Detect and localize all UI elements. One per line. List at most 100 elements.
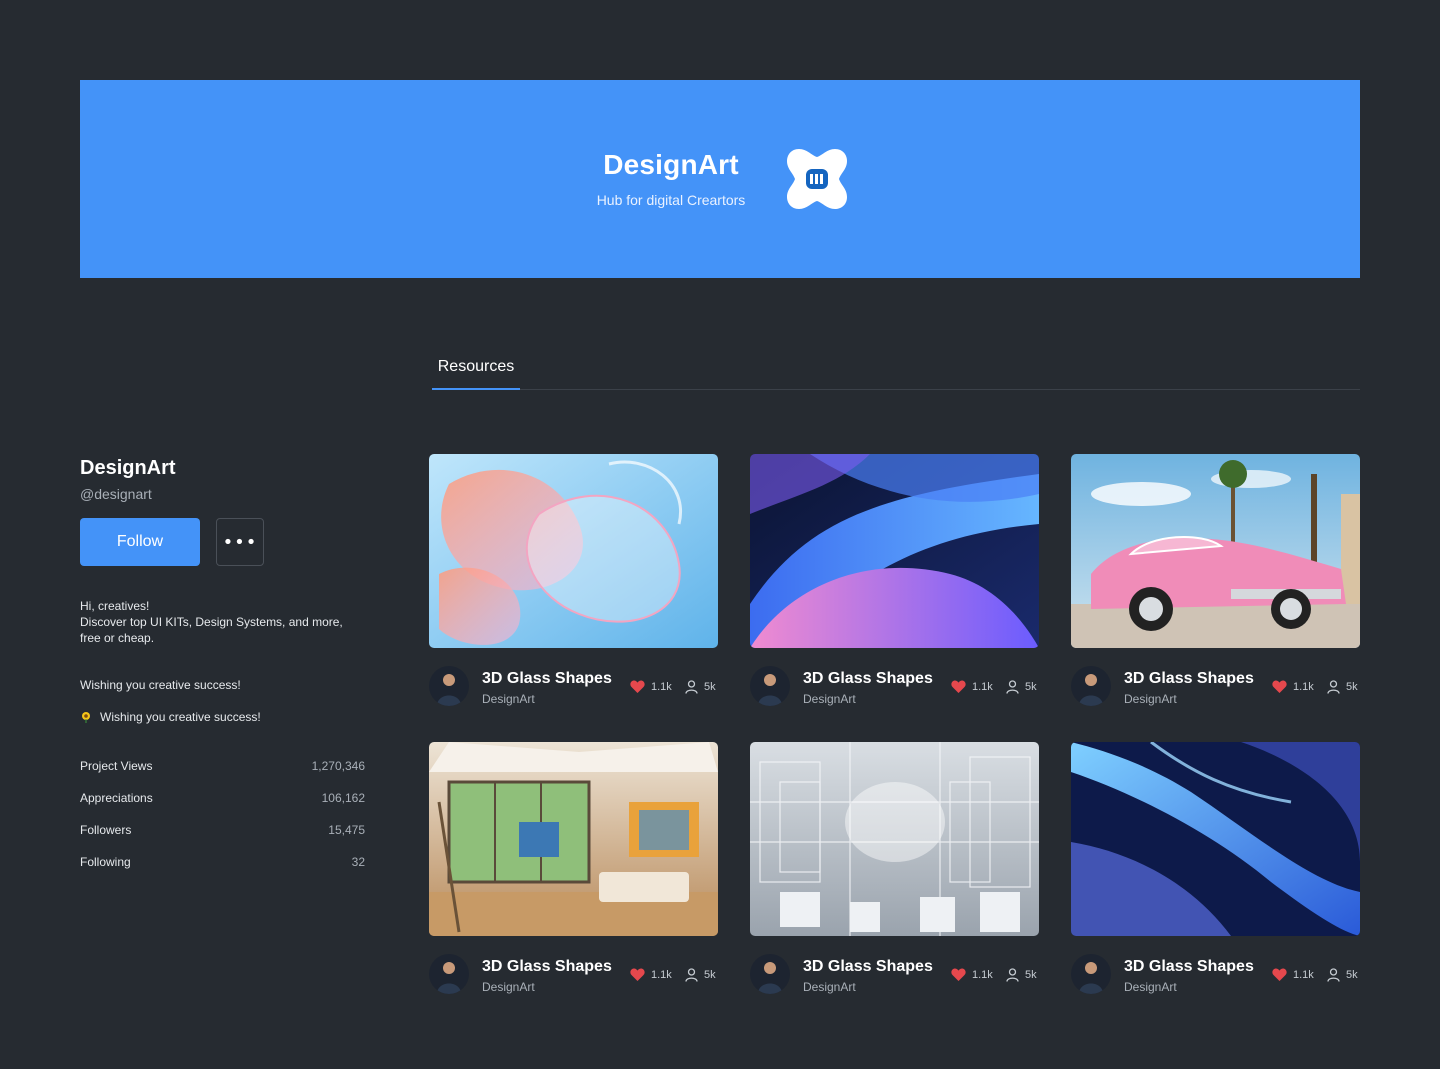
follow-button[interactable]: Follow (80, 518, 200, 566)
user-icon (1006, 680, 1019, 694)
card-likes[interactable]: 1.1k (1272, 680, 1314, 693)
profile-actions: Follow ••• (80, 518, 365, 566)
user-icon (1327, 968, 1340, 982)
card-meta: 3D Glass Shapes DesignArt 1.1k 5k (1071, 666, 1360, 708)
profile-bio: Hi, creatives! Discover top UI KITs, Des… (80, 598, 365, 646)
resource-card[interactable]: 3D Glass Shapes DesignArt 1.1k 5k (429, 454, 718, 708)
card-meta: 3D Glass Shapes DesignArt 1.1k 5k (429, 666, 718, 708)
resource-card[interactable]: 3D Glass Shapes DesignArt 1.1k 5k (1071, 454, 1360, 708)
card-author[interactable]: DesignArt (1124, 692, 1177, 706)
stat-row: Following 32 (80, 854, 365, 886)
card-likes[interactable]: 1.1k (630, 968, 672, 981)
card-title[interactable]: 3D Glass Shapes (803, 670, 933, 688)
profile-wish-emoji: Wishing you creative success! (80, 710, 365, 724)
card-title[interactable]: 3D Glass Shapes (1124, 958, 1254, 976)
banner-brand: DesignArt Hub for digital Creartors (591, 149, 751, 209)
card-views: 5k (1006, 968, 1037, 982)
profile-sidebar: DesignArt @designart Follow ••• Hi, crea… (80, 456, 365, 886)
likes-count: 1.1k (972, 680, 993, 693)
card-views: 5k (685, 680, 716, 694)
likes-count: 1.1k (1293, 968, 1314, 981)
heart-icon (951, 680, 966, 693)
bio-line: Discover top UI KITs, Design Systems, an… (80, 615, 343, 629)
views-count: 5k (704, 969, 716, 981)
card-likes[interactable]: 1.1k (951, 968, 993, 981)
heart-icon (630, 680, 645, 693)
author-avatar[interactable] (429, 954, 469, 994)
card-likes[interactable]: 1.1k (630, 680, 672, 693)
card-title[interactable]: 3D Glass Shapes (482, 670, 612, 688)
card-author[interactable]: DesignArt (803, 980, 856, 994)
user-icon (685, 968, 698, 982)
resource-card[interactable]: 3D Glass Shapes DesignArt 1.1k 5k (750, 454, 1039, 708)
stat-value: 15,475 (328, 823, 365, 837)
stat-row: Project Views 1,270,346 (80, 758, 365, 790)
card-views: 5k (1327, 968, 1358, 982)
resource-card[interactable]: 3D Glass Shapes DesignArt 1.1k 5k (750, 742, 1039, 996)
resources-grid: 3D Glass Shapes DesignArt 1.1k 5k 3D Gla… (429, 454, 1360, 996)
bio-line: Hi, creatives! (80, 599, 150, 613)
banner-subtitle: Hub for digital Creartors (596, 192, 746, 208)
stat-value: 32 (351, 855, 365, 869)
resource-card[interactable]: 3D Glass Shapes DesignArt 1.1k 5k (1071, 742, 1360, 996)
card-author[interactable]: DesignArt (1124, 980, 1177, 994)
more-options-button[interactable]: ••• (216, 518, 264, 566)
card-meta: 3D Glass Shapes DesignArt 1.1k 5k (1071, 954, 1360, 996)
card-likes[interactable]: 1.1k (1272, 968, 1314, 981)
user-icon (1006, 968, 1019, 982)
card-title[interactable]: 3D Glass Shapes (803, 958, 933, 976)
heart-icon (1272, 680, 1287, 693)
views-count: 5k (1346, 969, 1358, 981)
card-thumbnail-pink-car[interactable] (1071, 454, 1360, 648)
stat-label: Followers (80, 823, 132, 837)
stat-value: 1,270,346 (311, 759, 365, 773)
tab-bar: Resources (432, 340, 1360, 390)
likes-count: 1.1k (651, 968, 672, 981)
sunflower-icon (82, 712, 90, 723)
heart-icon (1272, 968, 1287, 981)
stat-label: Appreciations (80, 791, 153, 805)
likes-count: 1.1k (972, 968, 993, 981)
author-avatar[interactable] (429, 666, 469, 706)
card-author[interactable]: DesignArt (803, 692, 856, 706)
wish-text: Wishing you creative success! (100, 710, 261, 724)
card-thumbnail-blue-ribbon[interactable] (1071, 742, 1360, 936)
card-likes[interactable]: 1.1k (951, 680, 993, 693)
stat-value: 106,162 (321, 791, 365, 805)
card-views: 5k (685, 968, 716, 982)
card-thumbnail-art-studio[interactable] (429, 742, 718, 936)
card-author[interactable]: DesignArt (482, 980, 535, 994)
card-thumbnail-blue-waves[interactable] (750, 454, 1039, 648)
profile-stats: Project Views 1,270,346 Appreciations 10… (80, 758, 365, 886)
card-title[interactable]: 3D Glass Shapes (482, 958, 612, 976)
author-avatar[interactable] (1071, 666, 1111, 706)
tab-resources[interactable]: Resources (432, 340, 520, 390)
author-avatar[interactable] (1071, 954, 1111, 994)
stat-row: Appreciations 106,162 (80, 790, 365, 822)
card-views: 5k (1327, 680, 1358, 694)
stat-label: Following (80, 855, 131, 869)
card-meta: 3D Glass Shapes DesignArt 1.1k 5k (429, 954, 718, 996)
card-thumbnail-white-city[interactable] (750, 742, 1039, 936)
author-avatar[interactable] (750, 954, 790, 994)
views-count: 5k (704, 681, 716, 693)
user-icon (1327, 680, 1340, 694)
author-avatar[interactable] (750, 666, 790, 706)
puzzle-logo-icon (787, 149, 847, 209)
card-meta: 3D Glass Shapes DesignArt 1.1k 5k (750, 954, 1039, 996)
card-thumbnail-glass-shapes[interactable] (429, 454, 718, 648)
profile-name: DesignArt (80, 457, 176, 479)
card-author[interactable]: DesignArt (482, 692, 535, 706)
views-count: 5k (1346, 681, 1358, 693)
card-meta: 3D Glass Shapes DesignArt 1.1k 5k (750, 666, 1039, 708)
resource-card[interactable]: 3D Glass Shapes DesignArt 1.1k 5k (429, 742, 718, 996)
banner-title: DesignArt (603, 149, 739, 180)
heart-icon (630, 968, 645, 981)
user-icon (685, 680, 698, 694)
profile-wish: Wishing you creative success! (80, 678, 241, 692)
stat-label: Project Views (80, 759, 153, 773)
bio-line: free or cheap. (80, 631, 155, 645)
heart-icon (951, 968, 966, 981)
card-title[interactable]: 3D Glass Shapes (1124, 670, 1254, 688)
views-count: 5k (1025, 969, 1037, 981)
